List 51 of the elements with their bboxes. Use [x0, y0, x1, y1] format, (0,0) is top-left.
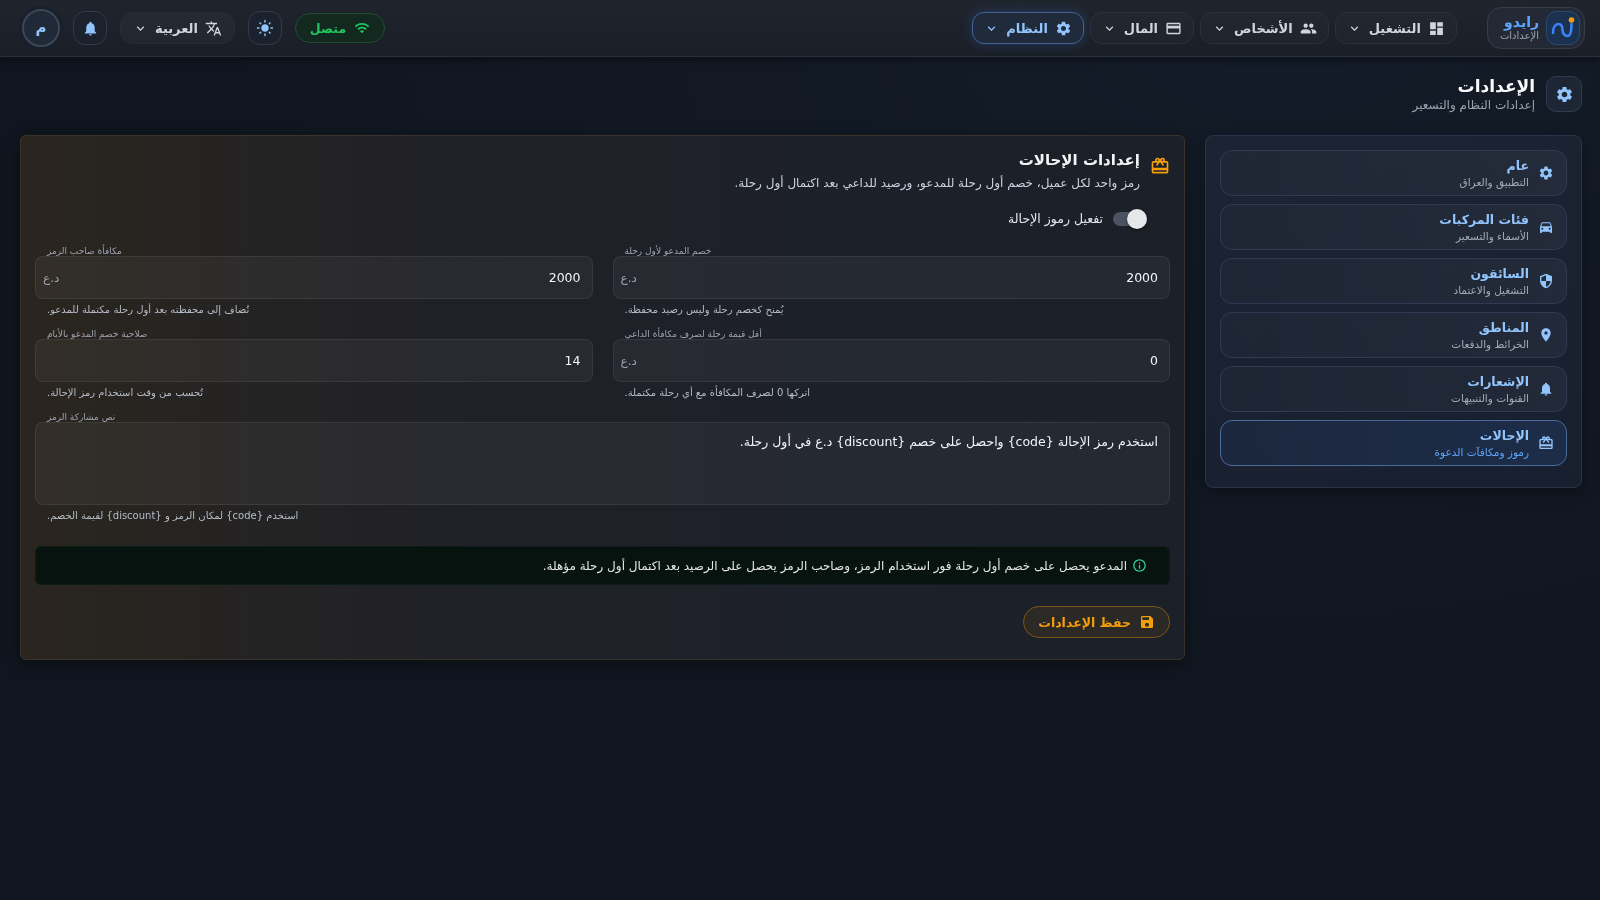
sidebar-item[interactable]: عام التطبيق والعراق [1220, 150, 1567, 196]
language-dropdown[interactable]: العربية [120, 12, 235, 44]
field-hint: يُمنح كخصم رحلة وليس رصيد محفظة. [623, 304, 784, 315]
field-label: خصم المدعو لأول رحلة [624, 247, 712, 256]
currency-suffix: د.ع [43, 270, 60, 285]
save-button[interactable]: حفظ الإعدادات [1023, 606, 1170, 638]
notice-text: المدعو يحصل على خصم أول رحلة فور استخدام الرمز، وصاحب الرمز يحصل على الرصيد بعد اكتمال أول رحلة مؤهلة. [542, 558, 1127, 573]
nav-menu[interactable]: المال [1089, 12, 1195, 44]
sidebar-item[interactable]: السائقون التشغيل والاعتماد [1220, 258, 1567, 304]
logo-icon [1546, 11, 1580, 45]
map-pin-icon [1538, 327, 1554, 343]
wifi-icon [354, 20, 371, 36]
car-icon [1538, 219, 1554, 235]
currency-suffix: د.ع [620, 353, 637, 368]
sidebar-item[interactable]: فئات المركبات الأسماء والتسعير [1220, 204, 1567, 250]
gear-icon [1538, 165, 1554, 181]
field-label: صلاحية خصم المدعو بالأيام [47, 330, 148, 339]
toggle-label: تفعيل رموز الإحالة [1008, 211, 1103, 226]
shield-icon [1538, 273, 1554, 289]
nav-menu[interactable]: الأشخاص [1200, 12, 1329, 44]
field-label: نص مشاركة الرمز [47, 413, 116, 422]
gear-icon [1054, 19, 1072, 37]
gift-icon [1150, 156, 1170, 176]
grid-icon [1427, 19, 1445, 37]
page-title: الإعدادات [1457, 75, 1535, 97]
gift-icon [1538, 435, 1554, 451]
nav-menu[interactable]: النظام [972, 12, 1084, 44]
gear-icon [1546, 76, 1582, 112]
bell-icon [1538, 381, 1554, 397]
translate-icon [204, 19, 222, 37]
sidebar-item[interactable]: الإشعارات القنوات والتنبيهات [1220, 366, 1567, 412]
user-avatar[interactable]: م [22, 9, 60, 47]
field-hint: استخدم {code} لمكان الرمز و {discount} لقيمة الخصم. [46, 510, 299, 521]
field-hint: تُضاف إلى محفظته بعد أول رحلة مكتملة للمدعو. [46, 304, 250, 315]
theme-button[interactable] [247, 11, 282, 45]
sidebar-item[interactable]: الإحالات رموز ومكافآت الدعوة [1220, 420, 1567, 466]
card-title: إعدادات الإحالات [1018, 150, 1140, 171]
field-hint: اتركها 0 لصرف المكافأة مع أي رحلة مكتملة. [623, 387, 810, 398]
brand-name: رايدو [1504, 14, 1539, 31]
nav-menu[interactable]: التشغيل [1334, 12, 1457, 44]
sidebar-item[interactable]: المناطق الخرائط والدفعات [1220, 312, 1567, 358]
brand-subtitle: الإعدادات [1499, 30, 1539, 42]
card-subtitle: رمز واحد لكل عميل، خصم أول رحلة للمدعو، ورصيد للداعي بعد اكتمال أول رحلة. [734, 176, 1140, 190]
field-hint: تُحسب من وقت استخدام رمز الإحالة. [46, 387, 204, 398]
currency-suffix: د.ع [620, 270, 637, 285]
status-label: متصل [309, 20, 347, 36]
notifications-button[interactable] [73, 11, 107, 45]
sun-icon [255, 19, 274, 37]
save-icon [1139, 614, 1155, 630]
page-subtitle: إعدادات النظام والتسعير [1412, 98, 1535, 113]
info-icon [1132, 558, 1147, 573]
